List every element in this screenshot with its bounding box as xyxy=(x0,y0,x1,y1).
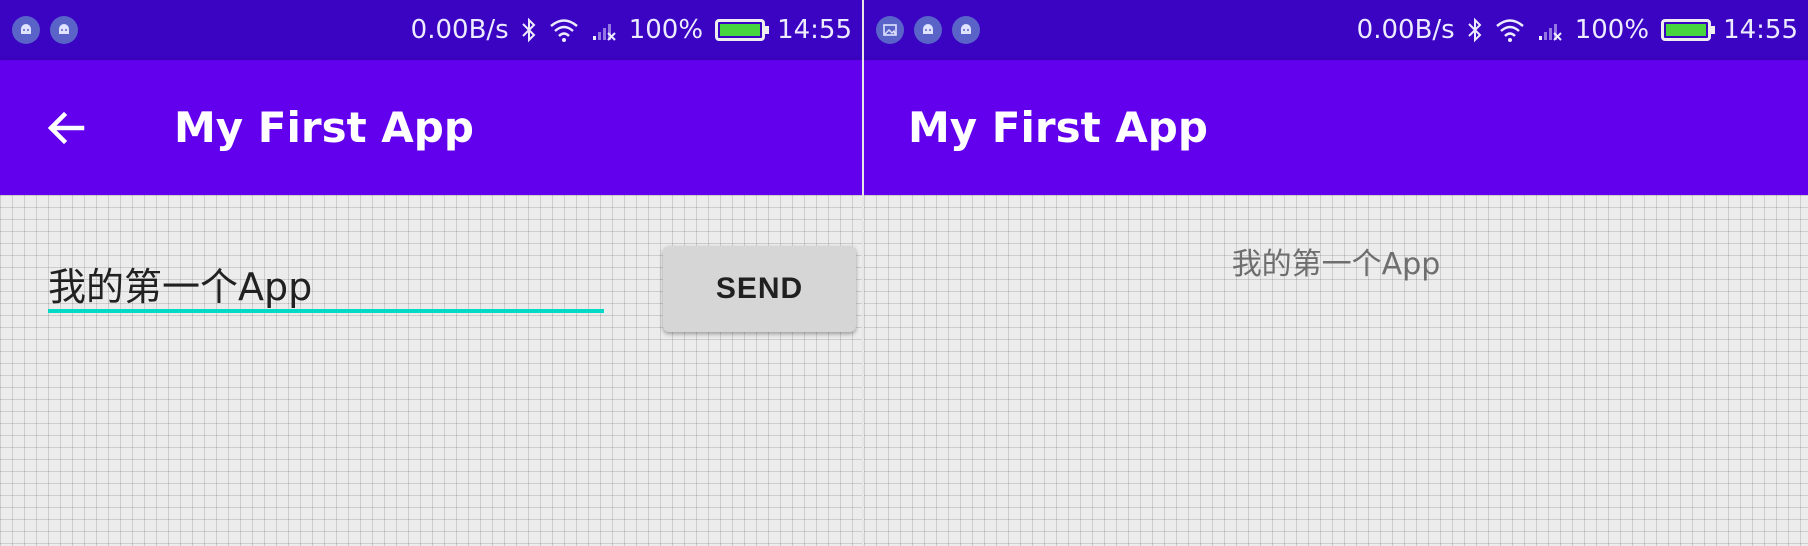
battery-percent: 100% xyxy=(628,15,704,45)
gallery-icon xyxy=(876,16,904,44)
network-speed: 0.00B/s xyxy=(410,15,509,45)
status-bar: 0.00B/s 100% 14:55 xyxy=(0,0,862,60)
bluetooth-icon xyxy=(521,17,537,43)
battery-icon xyxy=(715,19,770,41)
display-message-screen: 0.00B/s 100% 14:55 My First App 我的第一个App xyxy=(864,0,1808,546)
page-title: My First App xyxy=(908,103,1208,152)
notification-icons xyxy=(12,16,88,44)
bluetooth-icon xyxy=(1467,17,1483,43)
no-signal-icon xyxy=(1537,18,1563,42)
status-indicators: 0.00B/s 100% 14:55 xyxy=(1345,10,1798,50)
app-bar: My First App xyxy=(864,60,1808,195)
wifi-icon xyxy=(549,18,579,42)
network-speed: 0.00B/s xyxy=(1356,15,1455,45)
android-icon xyxy=(50,16,78,44)
message-input[interactable] xyxy=(48,257,604,313)
no-signal-icon xyxy=(591,18,617,42)
arrow-back-icon[interactable] xyxy=(40,102,92,154)
send-button[interactable]: SEND xyxy=(663,246,856,332)
android-icon xyxy=(914,16,942,44)
app-bar: My First App xyxy=(0,60,862,195)
main-activity-screen: 0.00B/s 100% 14:55 My First App SEND xyxy=(0,0,862,546)
page-title: My First App xyxy=(174,103,474,152)
content-area: SEND xyxy=(0,195,862,546)
battery-level-fill xyxy=(720,24,761,36)
clock: 14:55 xyxy=(777,15,852,45)
content-area: 我的第一个App xyxy=(864,195,1808,546)
android-icon xyxy=(12,16,40,44)
clock: 14:55 xyxy=(1723,15,1798,45)
android-icon xyxy=(952,16,980,44)
battery-icon xyxy=(1661,19,1716,41)
battery-level-fill xyxy=(1666,24,1707,36)
status-bar: 0.00B/s 100% 14:55 xyxy=(864,0,1808,60)
message-text: 我的第一个App xyxy=(1231,247,1441,282)
notification-icons xyxy=(876,16,990,44)
battery-percent: 100% xyxy=(1574,15,1650,45)
status-indicators: 0.00B/s 100% 14:55 xyxy=(399,10,852,50)
wifi-icon xyxy=(1495,18,1525,42)
